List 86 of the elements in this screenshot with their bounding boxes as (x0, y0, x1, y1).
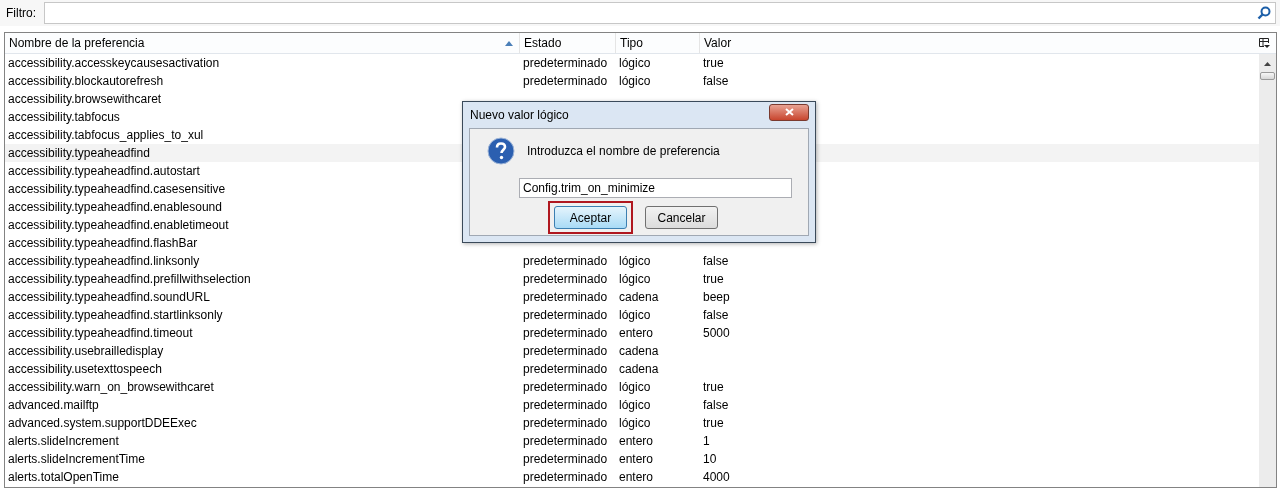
value-cell: 5000 (703, 326, 730, 340)
preference-name-field[interactable]: Config.trim_on_minimize (519, 178, 792, 198)
value-cell: 1 (703, 434, 710, 448)
preference-name[interactable]: accessibility.typeaheadfind.enabletimeout (8, 218, 229, 232)
value-cell: true (703, 56, 724, 70)
value-cell: false (703, 308, 729, 322)
column-header[interactable]: Valor (700, 33, 1253, 53)
status-cell: predeterminado (523, 326, 608, 340)
column-picker-icon[interactable] (1259, 37, 1270, 49)
filter-field[interactable] (44, 2, 1276, 24)
type-cell: lógico (619, 308, 651, 322)
scroll-thumb[interactable] (1260, 72, 1275, 80)
value-cell: false (703, 74, 729, 88)
preference-name[interactable]: accessibility.typeaheadfind.startlinksonly (8, 308, 223, 322)
preference-name[interactable]: accessibility.tabfocus (8, 110, 120, 124)
type-cell: entero (619, 326, 654, 340)
status-cell: predeterminado (523, 362, 608, 376)
dialog-message: Introduzca el nombre de preferencia (527, 144, 720, 158)
status-cell: predeterminado (523, 380, 608, 394)
preference-name[interactable]: accessibility.browsewithcaret (8, 92, 162, 106)
type-cell: entero (619, 470, 654, 484)
type-cell: lógico (619, 272, 651, 286)
preference-name[interactable]: advanced.system.supportDDEExec (8, 416, 197, 430)
type-cell: cadena (619, 290, 659, 304)
dialog-button[interactable]: Aceptar (554, 206, 627, 229)
preference-name[interactable]: accessibility.tabfocus_applies_to_xul (8, 128, 204, 142)
filter-label: Filtro: (6, 6, 36, 20)
column-header[interactable]: Nombre de la preferencia (5, 33, 520, 53)
preference-name[interactable]: alerts.slideIncrementTime (8, 452, 145, 466)
type-cell: cadena (619, 362, 659, 376)
preference-name[interactable]: accessibility.typeaheadfind (8, 146, 150, 160)
preference-name[interactable]: accessibility.typeaheadfind.autostart (8, 164, 200, 178)
preference-name[interactable]: accessibility.typeaheadfind.enablesound (8, 200, 222, 214)
status-cell: predeterminado (523, 254, 608, 268)
preference-name[interactable]: alerts.slideIncrement (8, 434, 119, 448)
type-cell: entero (619, 452, 654, 466)
value-cell: beep (703, 290, 730, 304)
status-cell: predeterminado (523, 308, 608, 322)
value-cell: true (703, 272, 724, 286)
status-cell: predeterminado (523, 470, 608, 484)
type-cell: lógico (619, 56, 651, 70)
preference-name[interactable]: accessibility.typeaheadfind.casesensitive (8, 182, 226, 196)
status-cell: predeterminado (523, 398, 608, 412)
question-icon (487, 137, 515, 165)
search-icon[interactable] (1257, 6, 1271, 20)
type-cell: lógico (619, 416, 651, 430)
preference-name[interactable]: alerts.totalOpenTime (8, 470, 119, 484)
preference-name[interactable]: accessibility.accesskeycausesactivation (8, 56, 220, 70)
dialog-button[interactable]: Cancelar (645, 206, 718, 229)
preference-name[interactable]: accessibility.usebrailledisplay (8, 344, 164, 358)
status-cell: predeterminado (523, 290, 608, 304)
type-cell: lógico (619, 398, 651, 412)
preference-name[interactable]: accessibility.typeaheadfind.timeout (8, 326, 193, 340)
preference-name[interactable]: accessibility.blockautorefresh (8, 74, 164, 88)
status-cell: predeterminado (523, 434, 608, 448)
value-cell: 10 (703, 452, 717, 466)
value-cell: false (703, 398, 729, 412)
type-cell: cadena (619, 344, 659, 358)
value-cell: 4000 (703, 470, 730, 484)
type-cell: lógico (619, 380, 651, 394)
preference-name[interactable]: accessibility.usetexttospeech (8, 362, 162, 376)
preference-name[interactable]: accessibility.typeaheadfind.flashBar (8, 236, 198, 250)
status-cell: predeterminado (523, 416, 608, 430)
dialog-title: Nuevo valor lógico (470, 108, 569, 122)
preference-name[interactable]: accessibility.typeaheadfind.prefillwithselection (8, 272, 251, 286)
close-button[interactable] (769, 103, 809, 121)
type-cell: lógico (619, 74, 651, 88)
status-cell: predeterminado (523, 272, 608, 286)
status-cell: predeterminado (523, 74, 608, 88)
column-header[interactable]: Estado (520, 33, 616, 53)
scrollbar[interactable] (1259, 54, 1276, 487)
value-cell: true (703, 380, 724, 394)
preference-name[interactable]: advanced.mailftp (8, 398, 99, 412)
preference-name[interactable]: accessibility.typeaheadfind.linksonly (8, 254, 200, 268)
status-cell: predeterminado (523, 56, 608, 70)
column-header[interactable]: Tipo (616, 33, 700, 53)
status-cell: predeterminado (523, 452, 608, 466)
preference-name[interactable]: accessibility.warn_on_browsewithcaret (8, 380, 214, 394)
value-cell: false (703, 254, 729, 268)
close-icon (784, 108, 794, 116)
preference-name[interactable]: accessibility.typeaheadfind.soundURL (8, 290, 210, 304)
value-cell: true (703, 416, 724, 430)
type-cell: entero (619, 434, 654, 448)
status-cell: predeterminado (523, 344, 608, 358)
type-cell: lógico (619, 254, 651, 268)
scroll-up-icon[interactable] (1264, 62, 1271, 66)
